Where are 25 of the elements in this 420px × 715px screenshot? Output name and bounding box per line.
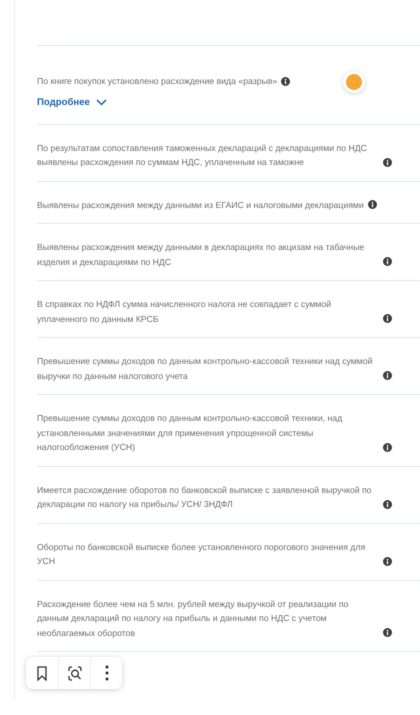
check-text: Выявлены расхождения между данными в декларациях по акцизам на табачные изделия и декларациями по НДС — [37, 241, 366, 269]
check-text: Превышение суммы доходов по данным контрольно-кассовой техники, над установленными значениями для применения упрощенной системы налогообложения (УСН) — [37, 412, 344, 454]
check-text: По результатам сопоставления таможенных деклараций с декларациями по НДС выявлены расхождения по суммам НДС, уплаченным на таможне — [37, 142, 368, 169]
info-icon[interactable] — [383, 556, 392, 566]
bookmark-icon — [37, 666, 47, 680]
info-icon[interactable] — [383, 257, 392, 266]
info-icon[interactable] — [281, 76, 290, 86]
check-text: По книге покупок установлено расхождение вида «разрыв» — [37, 75, 278, 88]
info-icon[interactable] — [383, 314, 392, 323]
more-icon — [104, 665, 108, 681]
info-icon[interactable] — [383, 158, 392, 166]
check-text: Имеется расхождение оборотов по банковской выписке с заявленной выручкой по декларации по налогу на прибыль/ УСН/ 3НДФЛ — [37, 484, 373, 511]
check-text: Обороты по банковской выписке более установленного порогового значения для УСН — [37, 540, 366, 568]
info-icon[interactable] — [368, 200, 377, 209]
check-text: В справках по НДФЛ сумма начисленного налога не совпадает с суммой уплаченного по данным КРСБ — [37, 298, 332, 326]
check-text: Превышение суммы доходов по данным контрольно-кассовой техники над суммой выручки по данным налогового учета — [37, 355, 374, 383]
info-icon[interactable] — [383, 500, 392, 508]
chevron-icon — [96, 99, 107, 106]
check-text: Выявлены расхождения между данными из ЕГАИС и налоговыми декларациями — [37, 198, 364, 212]
details-link[interactable]: Подробнее — [37, 96, 107, 110]
lens-icon — [66, 666, 82, 680]
info-icon[interactable] — [383, 628, 392, 637]
info-icon[interactable] — [383, 371, 392, 380]
check-text: Расхождение более чем на 5 млн. рублей между выручкой от реализации по данным деклараций по налогу на прибыль и данными по НДС с учетом необлагаемых оборотов — [37, 598, 350, 640]
info-icon[interactable] — [383, 442, 392, 452]
